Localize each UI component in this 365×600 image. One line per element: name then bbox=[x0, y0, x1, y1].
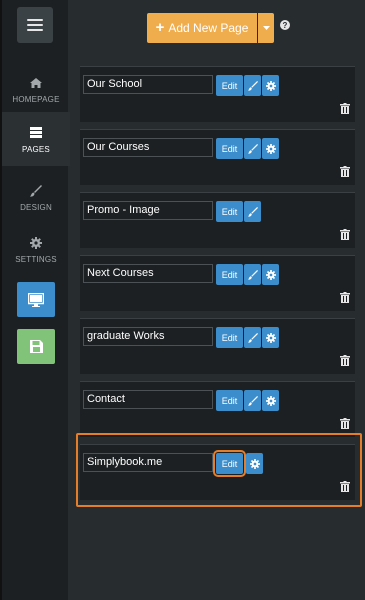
monitor-icon bbox=[28, 292, 44, 307]
page-name-field[interactable]: Our Courses bbox=[83, 138, 213, 157]
brush-icon bbox=[30, 183, 42, 199]
gear-icon bbox=[265, 395, 276, 406]
design-button[interactable] bbox=[244, 201, 261, 222]
trash-icon[interactable] bbox=[340, 355, 350, 366]
page-card: graduate Works Edit bbox=[80, 318, 355, 374]
sidebar-item-settings[interactable]: SETTINGS bbox=[2, 222, 70, 276]
gear-icon bbox=[265, 143, 276, 154]
gear-icon bbox=[265, 332, 276, 343]
sidebar-item-label: HOMEPAGE bbox=[12, 94, 60, 104]
design-button[interactable] bbox=[244, 75, 261, 96]
trash-icon[interactable] bbox=[340, 292, 350, 303]
floppy-disk-icon bbox=[29, 340, 43, 353]
gear-icon bbox=[30, 235, 42, 251]
home-icon bbox=[30, 75, 42, 91]
save-button[interactable] bbox=[17, 329, 55, 364]
page-card: Our Courses Edit bbox=[80, 129, 355, 185]
brush-icon bbox=[247, 395, 258, 406]
help-icon[interactable]: ? bbox=[280, 20, 290, 30]
sidebar-item-label: SETTINGS bbox=[15, 254, 57, 264]
sidebar-item-design[interactable]: DESIGN bbox=[2, 170, 70, 224]
hamburger-icon bbox=[27, 19, 43, 31]
page-card: Contact Edit bbox=[80, 381, 355, 437]
design-button[interactable] bbox=[244, 390, 261, 411]
plus-icon: + bbox=[155, 19, 165, 36]
page-card: Our School Edit bbox=[80, 66, 355, 122]
menu-toggle-button[interactable] bbox=[17, 7, 53, 43]
add-new-page-button[interactable]: + Add New Page bbox=[147, 13, 257, 43]
page-name-field[interactable]: graduate Works bbox=[83, 327, 213, 346]
brush-icon bbox=[247, 80, 258, 91]
design-button[interactable] bbox=[244, 327, 261, 348]
caret-down-icon bbox=[262, 26, 270, 30]
edit-button[interactable]: Edit bbox=[216, 201, 243, 222]
settings-button[interactable] bbox=[262, 138, 279, 159]
pages-icon bbox=[30, 125, 42, 141]
trash-icon[interactable] bbox=[340, 103, 350, 114]
sidebar-item-label: PAGES bbox=[22, 144, 50, 154]
settings-button[interactable] bbox=[262, 390, 279, 411]
sidebar: HOMEPAGE PAGES DESIGN SETTINGS bbox=[0, 0, 70, 600]
page-name-field[interactable]: Next Courses bbox=[83, 264, 213, 283]
edit-button[interactable]: Edit bbox=[216, 138, 243, 159]
add-page-dropdown-toggle[interactable] bbox=[258, 13, 274, 43]
design-button[interactable] bbox=[244, 138, 261, 159]
trash-icon[interactable] bbox=[340, 229, 350, 240]
page-name-field[interactable]: Contact bbox=[83, 390, 213, 409]
sidebar-item-pages[interactable]: PAGES bbox=[2, 112, 70, 166]
page-card: Promo - Image Edit bbox=[80, 192, 355, 248]
page-card: Next Courses Edit bbox=[80, 255, 355, 311]
gear-icon bbox=[265, 80, 276, 91]
edit-button[interactable]: Edit bbox=[216, 390, 243, 411]
page-name-field[interactable]: Our School bbox=[83, 75, 213, 94]
trash-icon[interactable] bbox=[340, 418, 350, 429]
preview-button[interactable] bbox=[17, 282, 55, 317]
gear-icon bbox=[265, 269, 276, 280]
design-button[interactable] bbox=[244, 264, 261, 285]
trash-icon[interactable] bbox=[340, 166, 350, 177]
sidebar-item-homepage[interactable]: HOMEPAGE bbox=[2, 62, 70, 116]
sidebar-item-label: DESIGN bbox=[20, 202, 52, 212]
brush-icon bbox=[247, 332, 258, 343]
brush-icon bbox=[247, 206, 258, 217]
edit-button[interactable]: Edit bbox=[216, 264, 243, 285]
settings-button[interactable] bbox=[262, 75, 279, 96]
page-name-field[interactable]: Promo - Image bbox=[83, 201, 213, 220]
add-new-page-label: Add New Page bbox=[168, 21, 249, 35]
edit-button[interactable]: Edit bbox=[216, 75, 243, 96]
brush-icon bbox=[247, 269, 258, 280]
settings-button[interactable] bbox=[262, 264, 279, 285]
highlight-box bbox=[76, 433, 362, 507]
brush-icon bbox=[247, 143, 258, 154]
edit-button[interactable]: Edit bbox=[216, 327, 243, 348]
settings-button[interactable] bbox=[262, 327, 279, 348]
